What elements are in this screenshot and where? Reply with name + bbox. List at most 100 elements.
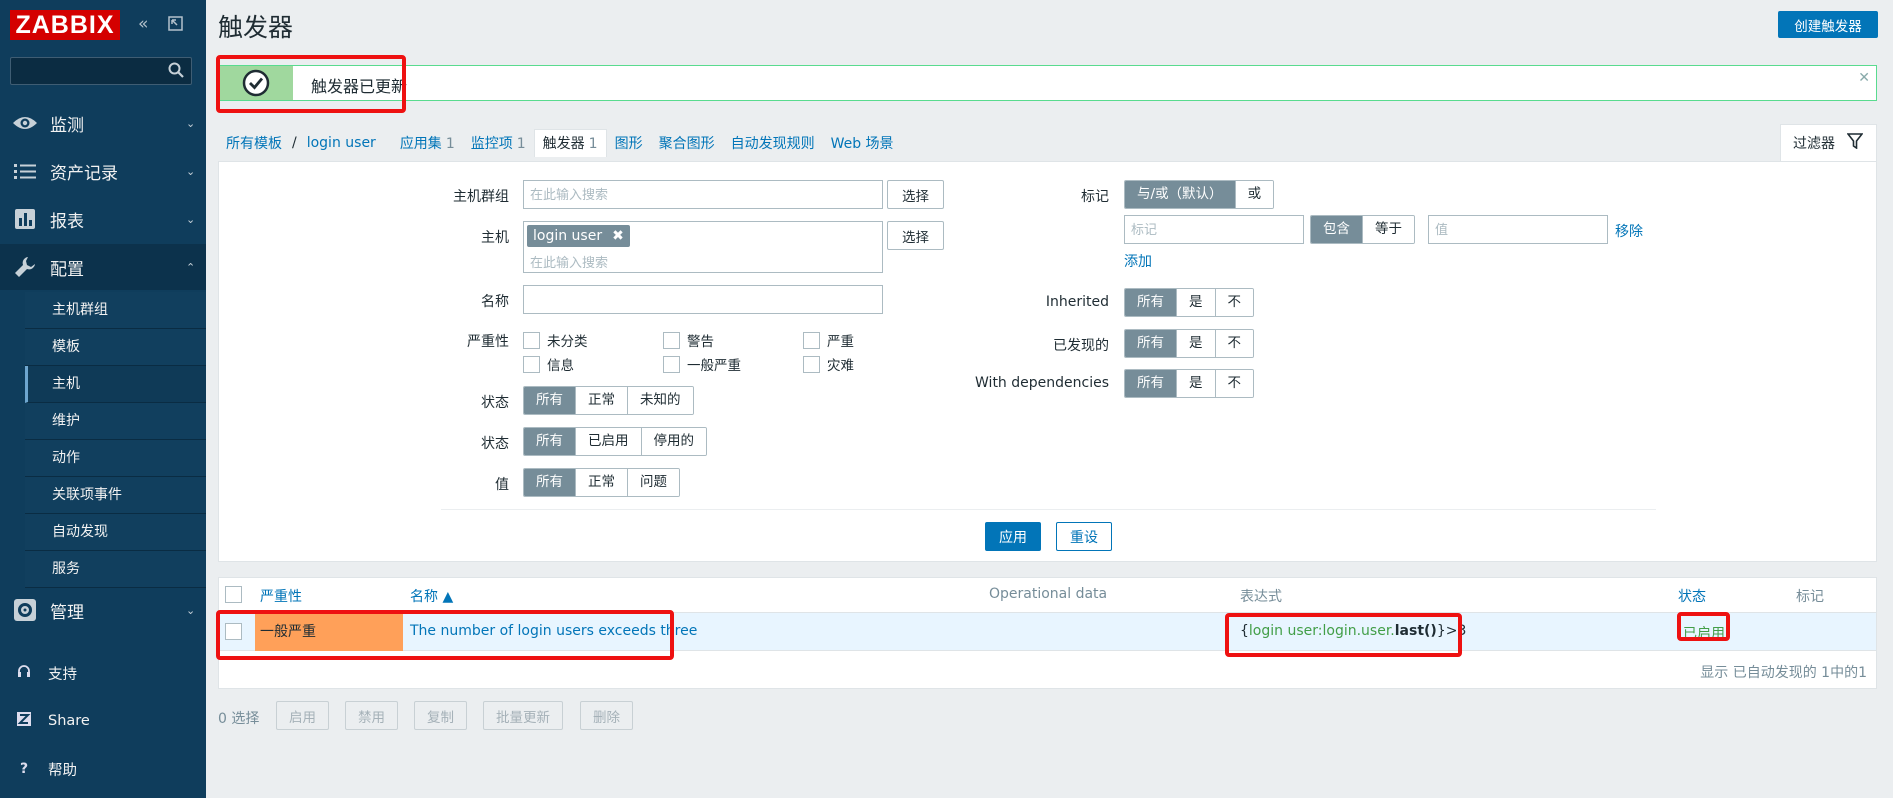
- tags-eval-or[interactable]: 或: [1235, 181, 1274, 208]
- tag-name-input[interactable]: [1124, 215, 1304, 244]
- tag-value-input[interactable]: [1428, 215, 1608, 244]
- value-option-problem[interactable]: 问题: [628, 469, 679, 496]
- footer-help[interactable]: ? 帮助: [0, 749, 206, 789]
- host-groups-select-button[interactable]: 选择: [887, 180, 944, 209]
- tag-remove-link[interactable]: 移除: [1615, 221, 1643, 241]
- nav-reports[interactable]: 报表 ⌄: [0, 196, 206, 242]
- submenu-discovery[interactable]: 自动发现: [25, 514, 206, 551]
- close-icon[interactable]: ✕: [1858, 70, 1870, 86]
- submenu-templates[interactable]: 模板: [25, 329, 206, 366]
- list-icon: [0, 163, 50, 179]
- zabbix-logo[interactable]: ZABBIX: [10, 10, 120, 40]
- search-icon[interactable]: [167, 61, 185, 83]
- tags-eval-and-or[interactable]: 与/或（默认）: [1125, 181, 1236, 208]
- with-dependencies-option-yes[interactable]: 是: [1177, 370, 1216, 397]
- state-option-all[interactable]: 所有: [524, 387, 576, 414]
- kiosk-mode-icon[interactable]: [168, 16, 183, 36]
- submenu-hosts[interactable]: 主机: [25, 366, 206, 403]
- submenu-actions[interactable]: 动作: [25, 440, 206, 477]
- tab-graphs[interactable]: 图形: [607, 133, 651, 153]
- submenu-event-correlation[interactable]: 关联项事件: [25, 477, 206, 514]
- value-option-ok[interactable]: 正常: [576, 469, 628, 496]
- footer-share[interactable]: Share: [0, 701, 206, 741]
- filter-reset-button[interactable]: 重设: [1056, 522, 1112, 551]
- tab-screens[interactable]: 聚合图形: [651, 133, 723, 153]
- name-input[interactable]: [523, 285, 883, 314]
- nav-configuration[interactable]: 配置 ⌃: [0, 244, 206, 290]
- remove-tag-icon[interactable]: ✖: [612, 225, 624, 247]
- selected-count: 0 选择: [218, 711, 260, 727]
- severity-option-label: 灾难: [827, 358, 854, 374]
- severity-information-checkbox[interactable]: 信息: [523, 354, 574, 374]
- mass-disable-button[interactable]: 禁用: [345, 701, 398, 730]
- column-header-status[interactable]: 状态: [1678, 586, 1706, 606]
- host-groups-input[interactable]: [523, 180, 883, 209]
- discovered-option-no[interactable]: 不: [1215, 330, 1253, 357]
- severity-warning-checkbox[interactable]: 警告: [663, 330, 714, 350]
- column-header-severity[interactable]: 严重性: [260, 586, 302, 606]
- collapse-sidebar-icon[interactable]: «: [138, 14, 148, 34]
- nav-configuration-label: 配置: [50, 259, 84, 280]
- status-option-all[interactable]: 所有: [524, 428, 576, 455]
- severity-not-classified-checkbox[interactable]: 未分类: [523, 330, 588, 350]
- select-all-checkbox[interactable]: [225, 586, 242, 603]
- severity-average-checkbox[interactable]: 一般严重: [663, 354, 741, 374]
- tab-items[interactable]: 监控项 1: [463, 133, 534, 153]
- mass-enable-button[interactable]: 启用: [276, 701, 329, 730]
- filter-toggle-tab[interactable]: 过滤器: [1780, 124, 1877, 161]
- mass-copy-button[interactable]: 复制: [414, 701, 467, 730]
- with-dependencies-radio-group: 所有 是 不: [1124, 369, 1254, 398]
- trigger-status-link[interactable]: 已启用: [1683, 623, 1725, 643]
- trigger-name-link[interactable]: The number of login users exceeds three: [410, 623, 697, 639]
- tag-add-link[interactable]: 添加: [1124, 251, 1152, 271]
- mass-delete-button[interactable]: 删除: [580, 701, 633, 730]
- tab-discovery-rules[interactable]: 自动发现规则: [723, 133, 823, 153]
- severity-cell: 一般严重: [255, 613, 403, 651]
- checkbox-box: [663, 355, 680, 373]
- state-option-normal[interactable]: 正常: [576, 387, 628, 414]
- filter-apply-button[interactable]: 应用: [985, 522, 1041, 551]
- severity-high-checkbox[interactable]: 严重: [803, 330, 854, 350]
- tab-applications[interactable]: 应用集 1: [392, 133, 463, 153]
- inherited-option-no[interactable]: 不: [1215, 289, 1253, 316]
- tag-operator-equals[interactable]: 等于: [1363, 216, 1414, 243]
- submenu-maintenance[interactable]: 维护: [25, 403, 206, 440]
- status-option-enabled[interactable]: 已启用: [576, 428, 642, 455]
- breadcrumb-all-templates[interactable]: 所有模板: [218, 133, 290, 153]
- nav-monitoring[interactable]: 监测 ⌄: [0, 100, 206, 146]
- discovered-option-all[interactable]: 所有: [1125, 330, 1177, 357]
- tab-triggers-label: 触发器: [542, 136, 585, 152]
- inherited-option-yes[interactable]: 是: [1177, 289, 1216, 316]
- create-trigger-button[interactable]: 创建触发器: [1778, 11, 1878, 38]
- tab-triggers[interactable]: 触发器 1: [533, 129, 607, 157]
- breadcrumb-host[interactable]: login user: [299, 135, 384, 151]
- with-dependencies-option-no[interactable]: 不: [1215, 370, 1253, 397]
- inherited-option-all[interactable]: 所有: [1125, 289, 1177, 316]
- discovered-option-yes[interactable]: 是: [1177, 330, 1216, 357]
- tab-web-scenarios[interactable]: Web 场景: [823, 133, 902, 153]
- status-option-disabled[interactable]: 停用的: [641, 428, 706, 455]
- state-option-unknown[interactable]: 未知的: [628, 387, 693, 414]
- hosts-multiselect[interactable]: login user ✖ 在此输入搜索: [523, 221, 883, 273]
- expression-host-item[interactable]: login user:login.user.: [1249, 623, 1395, 639]
- mass-update-button[interactable]: 批量更新: [483, 701, 563, 730]
- headset-icon: [0, 664, 48, 682]
- row-checkbox[interactable]: [225, 623, 242, 640]
- sidebar-search: [10, 57, 192, 85]
- submenu-host-groups[interactable]: 主机群组: [25, 292, 206, 329]
- tab-web-scenarios-label: Web 场景: [830, 136, 894, 152]
- submenu-services[interactable]: 服务: [25, 551, 206, 588]
- with-dependencies-option-all[interactable]: 所有: [1125, 370, 1177, 397]
- severity-label: 严重性: [467, 334, 509, 350]
- hosts-select-button[interactable]: 选择: [887, 221, 944, 250]
- footer-support[interactable]: 支持: [0, 653, 206, 693]
- page-title: 触发器: [218, 14, 294, 42]
- column-header-name[interactable]: 名称 ▲: [410, 586, 453, 606]
- value-option-all[interactable]: 所有: [524, 469, 576, 496]
- severity-disaster-checkbox[interactable]: 灾难: [803, 354, 854, 374]
- nav-inventory[interactable]: 资产记录 ⌄: [0, 148, 206, 194]
- sidebar-search-input[interactable]: [11, 58, 161, 84]
- tag-operator-contains[interactable]: 包含: [1311, 216, 1363, 243]
- hosts-search-placeholder[interactable]: 在此输入搜索: [530, 252, 608, 271]
- nav-administration[interactable]: 管理 ⌄: [0, 587, 206, 633]
